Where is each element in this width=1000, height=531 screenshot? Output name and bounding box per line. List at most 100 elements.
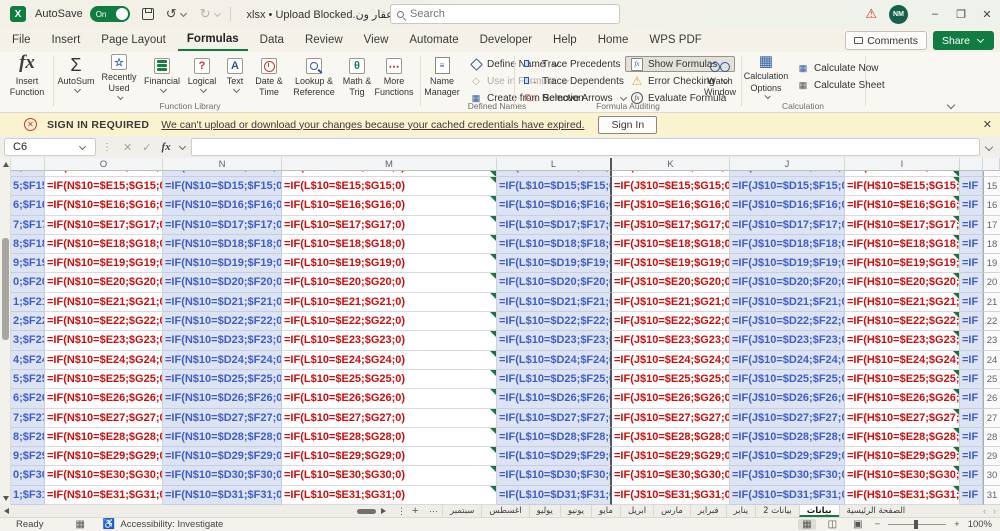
cell-N31[interactable]: =IF(N$10=$D31;$F31;0) [163,486,282,505]
cell-K23[interactable]: =IF(J$10=$E23;$G23;0) [612,331,730,350]
cell-J26[interactable]: =IF(J$10=$D26;$F26;0) [730,389,845,408]
cell-P31[interactable]: 1;$F31 [11,486,45,505]
sheet-nav-prev-icon[interactable]: ‹ [983,505,986,517]
alert-icon[interactable]: ⚠ [865,6,877,22]
cell-M21[interactable]: =IF(L$10=$E21;$G21;0) [282,293,497,312]
cell-H19[interactable]: =IF [960,254,983,273]
cell-I16[interactable]: =IF(H$10=$E16;$G16;0) [845,196,960,215]
sheet-tab-7[interactable]: فبراير [690,505,726,517]
warning-message-link[interactable]: We can't upload or download your changes… [161,119,584,131]
cell-P18[interactable]: 8;$F18 [11,235,45,254]
cell-H23[interactable]: =IF [960,331,983,350]
cell-H15[interactable]: =IF [960,177,983,196]
insert-function-button[interactable]: fx Insert Function [4,54,50,100]
trace-dependents-button[interactable]: Trace Dependents [519,73,633,89]
zoom-level[interactable]: 100% [968,519,992,530]
cell-I29[interactable]: =IF(H$10=$E29;$G29;0) [845,447,960,466]
expand-formula-bar-icon[interactable] [985,143,993,151]
cell-P16[interactable]: 6;$F16 [11,196,45,215]
cell-L21[interactable]: =IF(L$10=$D21;$F21;0) [497,293,612,312]
cell-L22[interactable]: =IF(L$10=$D22;$F22;0) [497,312,612,331]
sheet-nav-next-icon[interactable]: › [993,505,996,517]
cell-N27[interactable]: =IF(N$10=$D27;$F27;0) [163,409,282,428]
scroll-up-icon[interactable] [3,162,9,167]
column-header-L[interactable]: L [497,158,612,171]
more-functions-button[interactable]: ⋯ More Functions [372,54,416,100]
cell-N23[interactable]: =IF(N$10=$D23;$F23;0) [163,331,282,350]
ribbon-tab-file[interactable]: File [3,30,40,50]
sheet-tab-0[interactable]: سبتمبر [442,505,481,517]
cell-O17[interactable]: =IF(N$10=$E17;$G17;0) [45,216,163,235]
cell-P24[interactable]: 4;$F24 [11,351,45,370]
cell-P25[interactable]: 5;$F25 [11,370,45,389]
cell-J22[interactable]: =IF(J$10=$D22;$F22;0) [730,312,845,331]
cell-I22[interactable]: =IF(H$10=$E22;$G22;0) [845,312,960,331]
row-number-16[interactable]: 16 [983,196,1000,215]
cell-H30[interactable]: =IF [960,466,983,485]
cell-J19[interactable]: =IF(J$10=$D19;$F19;0) [730,254,845,273]
cell-K16[interactable]: =IF(J$10=$E16;$G16;0) [612,196,730,215]
minimize-button[interactable]: – [922,0,948,28]
cell-N20[interactable]: =IF(N$10=$D20;$F20;0) [163,273,282,292]
row-number-27[interactable]: 27 [983,409,1000,428]
column-header-O[interactable]: O [45,158,163,171]
cell-J23[interactable]: =IF(J$10=$D23;$F23;0) [730,331,845,350]
cell-H25[interactable]: =IF [960,370,983,389]
calculate-sheet-button[interactable]: ▦ Calculate Sheet [791,77,890,93]
cell-O24[interactable]: =IF(N$10=$E24;$G24;0) [45,351,163,370]
enter-icon[interactable]: ✓ [142,141,151,154]
undo-chevron-icon[interactable] [180,9,187,16]
vertical-scrollbar-thumb[interactable] [2,238,9,340]
cell-O18[interactable]: =IF(N$10=$E18;$G18;0) [45,235,163,254]
cell-O29[interactable]: =IF(N$10=$E29;$G29;0) [45,447,163,466]
cell-H18[interactable]: =IF [960,235,983,254]
normal-view-button[interactable]: ▦ [798,519,815,530]
cell-K22[interactable]: =IF(J$10=$E22;$G22;0) [612,312,730,331]
cell-O28[interactable]: =IF(N$10=$E28;$G28;0) [45,428,163,447]
column-header-N[interactable]: N [163,158,282,171]
insert-function-fx-icon[interactable]: fx [161,141,170,153]
cell-L15[interactable]: =IF(L$10=$D15;$F15;0) [497,177,612,196]
cell-H16[interactable]: =IF [960,196,983,215]
cell-P17[interactable]: 7;$F17 [11,216,45,235]
row-number-17[interactable]: 17 [983,216,1000,235]
cell-K28[interactable]: =IF(J$10=$E28;$G28;0) [612,428,730,447]
ribbon-tab-developer[interactable]: Developer [471,30,541,50]
avatar[interactable]: NM [889,5,908,24]
column-header[interactable] [960,158,983,171]
cell-N21[interactable]: =IF(N$10=$D21;$F21;0) [163,293,282,312]
ribbon-tab-data[interactable]: Data [251,30,293,50]
cell-J30[interactable]: =IF(J$10=$D30;$F30;0) [730,466,845,485]
cell-L23[interactable]: =IF(L$10=$D23;$F23;0) [497,331,612,350]
cell-L17[interactable]: =IF(L$10=$D17;$F17;0) [497,216,612,235]
ribbon-tab-view[interactable]: View [355,30,398,50]
cell-K26[interactable]: =IF(J$10=$E26;$G26;0) [612,389,730,408]
sheet-tab-6[interactable]: مارس [653,505,690,517]
cell-P21[interactable]: 1;$F21 [11,293,45,312]
row-number-15[interactable]: 15 [983,177,1000,196]
horizontal-scrollbar-thumb[interactable] [357,509,376,514]
cell-J29[interactable]: =IF(J$10=$D29;$F29;0) [730,447,845,466]
cell-N18[interactable]: =IF(N$10=$D18;$F18;0) [163,235,282,254]
row-number-31[interactable]: 31 [983,486,1000,505]
cell-N22[interactable]: =IF(N$10=$D22;$F22;0) [163,312,282,331]
cell-H27[interactable]: =IF [960,409,983,428]
cell-K24[interactable]: =IF(J$10=$E24;$G24;0) [612,351,730,370]
cell-O21[interactable]: =IF(N$10=$E21;$G21;0) [45,293,163,312]
cell-I30[interactable]: =IF(H$10=$E30;$G30;0) [845,466,960,485]
cell-P30[interactable]: 0;$F30 [11,466,45,485]
ribbon-tab-automate[interactable]: Automate [400,30,467,50]
cell-H17[interactable]: =IF [960,216,983,235]
cell-H28[interactable]: =IF [960,428,983,447]
cell-K27[interactable]: =IF(J$10=$E27;$G27;0) [612,409,730,428]
cell-J18[interactable]: =IF(J$10=$D18;$F18;0) [730,235,845,254]
cell-P26[interactable]: 6;$F26 [11,389,45,408]
cell-I31[interactable]: =IF(H$10=$E31;$G31;0) [845,486,960,505]
cell-H29[interactable]: =IF [960,447,983,466]
hscroll-left-icon[interactable] [4,508,9,514]
name-manager-button[interactable]: ≡ Name Manager [422,54,462,100]
financial-button[interactable]: Financial [141,54,183,100]
restore-button[interactable]: ❐ [948,0,974,28]
cell-K15[interactable]: =IF(J$10=$E15;$G15;0) [612,177,730,196]
cell-N15[interactable]: =IF(N$10=$D15;$F15;0) [163,177,282,196]
